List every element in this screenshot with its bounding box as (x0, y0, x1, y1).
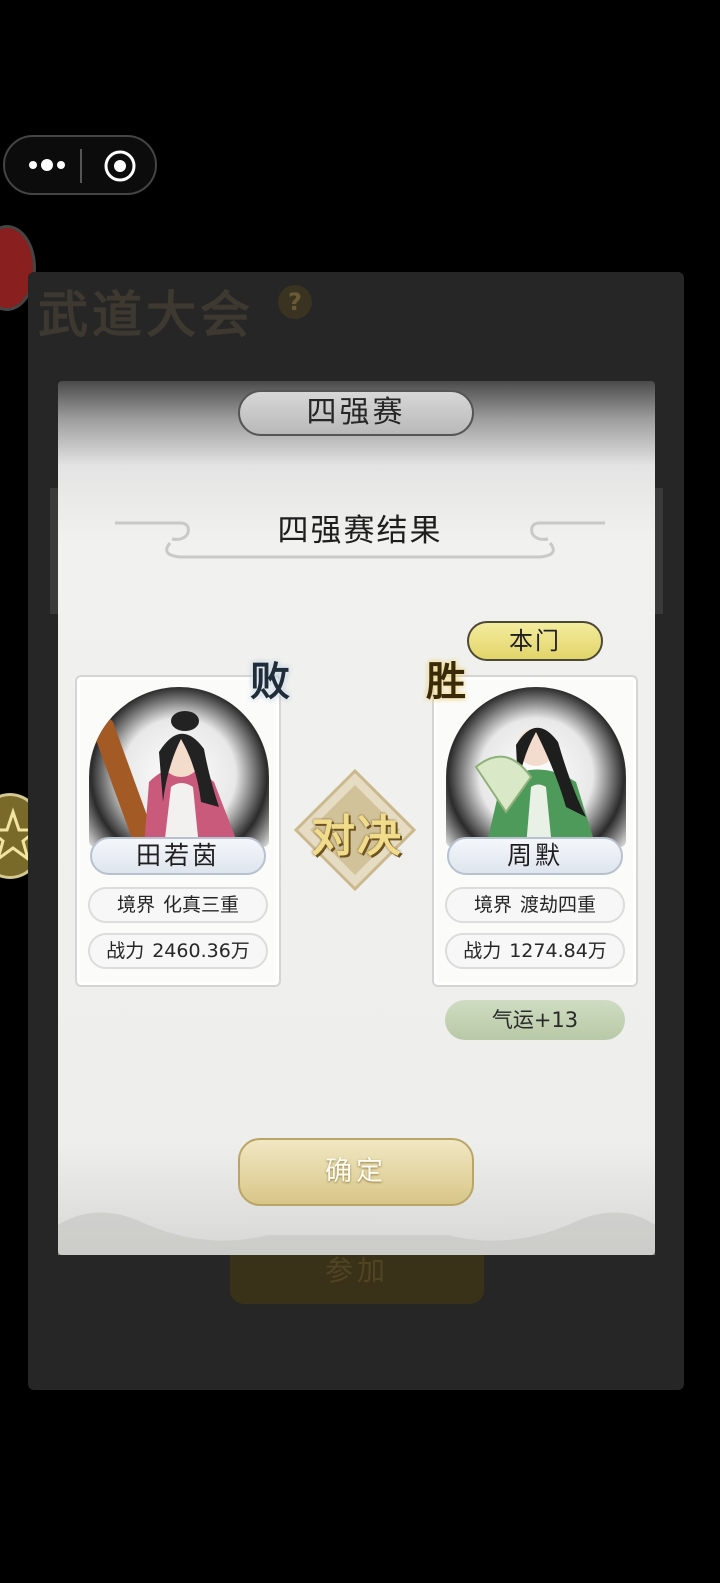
win-badge: 胜 (426, 658, 466, 705)
sect-tag: 本门 (467, 621, 603, 661)
miniapp-capsule (3, 135, 157, 195)
luck-reward: 气运+13 (445, 1000, 625, 1040)
round-header: 四强赛 (238, 390, 474, 436)
result-title: 四强赛结果 (277, 513, 443, 549)
panel-edge-right (655, 488, 663, 614)
fighter-card-right: 周默 境界 渡劫四重 战力 1274.84万 (432, 675, 638, 987)
confirm-button[interactable]: 确定 (238, 1138, 474, 1206)
fighter-name-right: 周默 (447, 837, 623, 875)
fighter-card-left: 田若茵 境界 化真三重 战力 2460.36万 (75, 675, 281, 987)
fighter-power-left: 战力 2460.36万 (88, 933, 268, 969)
versus-label: 对决 (311, 811, 403, 862)
panel-edge-left (50, 488, 58, 614)
capsule-divider (80, 149, 82, 183)
fighter-power-right: 战力 1274.84万 (445, 933, 625, 969)
fighter-portrait-left (89, 687, 269, 847)
fighter-name-left: 田若茵 (90, 837, 266, 875)
lose-badge: 败 (250, 658, 290, 705)
more-dots-icon[interactable] (27, 153, 67, 177)
panel-title: 武道大会 (38, 285, 254, 344)
fighter-portrait-right (446, 687, 626, 847)
target-icon[interactable] (103, 149, 137, 183)
fighter-realm-left: 境界 化真三重 (88, 887, 268, 923)
fighter-realm-right: 境界 渡劫四重 (445, 887, 625, 923)
help-icon[interactable]: ? (278, 285, 312, 319)
